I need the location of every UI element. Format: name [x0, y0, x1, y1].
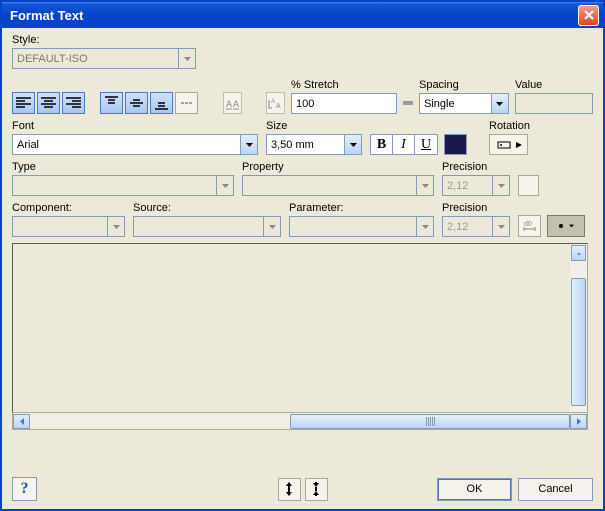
value-input [515, 93, 593, 114]
align-right-icon[interactable] [62, 92, 85, 114]
sep-icon [403, 92, 413, 114]
valign-mid-icon[interactable] [125, 92, 148, 114]
stretch-input[interactable] [291, 93, 397, 114]
align-center-icon[interactable] [37, 92, 60, 114]
dim-icon2[interactable] [547, 215, 585, 237]
value-input-wrap [515, 93, 593, 114]
collapse-button[interactable] [305, 478, 328, 501]
source-input [133, 216, 264, 237]
valign-extra-icon[interactable] [175, 92, 198, 114]
rotation-button[interactable] [489, 134, 528, 155]
source-dropdown-btn[interactable] [264, 216, 281, 237]
parameter-label: Parameter: [289, 202, 436, 214]
precision2-label: Precision [442, 202, 512, 214]
type-label: Type [12, 161, 236, 173]
font-input[interactable] [12, 134, 241, 155]
font-combo[interactable] [12, 134, 260, 155]
property-combo[interactable] [242, 175, 436, 196]
component-input [12, 216, 108, 237]
window-title: Format Text [6, 8, 578, 23]
svg-text:A: A [276, 103, 281, 110]
spacing-label: Spacing [419, 79, 509, 91]
rotation-label: Rotation [489, 120, 530, 132]
font-label: Font [12, 120, 260, 132]
type-input [12, 175, 217, 196]
style-dropdown-btn[interactable] [179, 48, 196, 69]
dim-icon1[interactable]: d0 [518, 215, 541, 237]
param-dropdown-btn[interactable] [417, 216, 434, 237]
value-label: Value [515, 79, 593, 91]
property-dropdown-btn[interactable] [417, 175, 434, 196]
precision2-dropdown-btn[interactable] [493, 216, 510, 237]
precision-sq[interactable] [518, 175, 539, 196]
color-swatch[interactable] [444, 134, 467, 155]
size-input[interactable] [266, 134, 345, 155]
titlebar: Format Text [2, 2, 603, 28]
valign-group [100, 92, 198, 114]
italic-button[interactable]: I [393, 135, 415, 154]
source-label: Source: [133, 202, 283, 214]
type-combo[interactable] [12, 175, 236, 196]
valign-top-icon[interactable] [100, 92, 123, 114]
svg-text:A: A [233, 99, 239, 109]
spacing-dropdown-btn[interactable] [492, 93, 509, 114]
type-dropdown-btn[interactable] [217, 175, 234, 196]
size-combo[interactable] [266, 134, 364, 155]
source-combo[interactable] [133, 216, 283, 237]
precision-dropdown-btn[interactable] [493, 175, 510, 196]
style-input [12, 48, 179, 69]
style-combo[interactable] [12, 48, 198, 69]
help-button[interactable]: ? [12, 477, 37, 501]
property-input [242, 175, 417, 196]
svg-text:d0: d0 [524, 221, 532, 228]
ok-button[interactable]: OK [437, 478, 512, 501]
svg-text:A: A [271, 99, 275, 105]
size-dropdown-btn[interactable] [345, 134, 362, 155]
biu-group: B I U [370, 134, 438, 155]
component-combo[interactable] [12, 216, 127, 237]
comp-dropdown-btn[interactable] [108, 216, 125, 237]
precision2-combo[interactable] [442, 216, 512, 237]
font-dropdown-btn[interactable] [241, 134, 258, 155]
parameter-input [289, 216, 417, 237]
spacing-input[interactable] [419, 93, 492, 114]
precision-input [442, 175, 493, 196]
style-label: Style: [12, 34, 593, 46]
align-group [12, 92, 85, 114]
precision-label: Precision [442, 161, 512, 173]
valign-bot-icon[interactable] [150, 92, 173, 114]
size-label: Size [266, 120, 364, 132]
spacing-combo[interactable] [419, 93, 509, 114]
hscrollbar[interactable] [12, 413, 588, 430]
underline-button[interactable]: U [415, 135, 437, 154]
component-label: Component: [12, 202, 127, 214]
expand-button[interactable] [278, 478, 301, 501]
close-button[interactable] [578, 5, 599, 26]
svg-text:A: A [226, 99, 232, 109]
aa-icon[interactable]: AA [223, 92, 242, 114]
scroll-left-icon[interactable] [13, 414, 30, 429]
stretch-input-wrap [291, 93, 397, 114]
scroll-right-icon[interactable] [570, 414, 587, 429]
stretch-label: % Stretch [291, 79, 397, 91]
preview-pane: A [12, 243, 588, 413]
bold-button[interactable]: B [371, 135, 393, 154]
cancel-button[interactable]: Cancel [518, 478, 593, 501]
property-label: Property [242, 161, 436, 173]
aa2-icon[interactable]: AA [266, 92, 285, 114]
parameter-combo[interactable] [289, 216, 436, 237]
precision2-input [442, 216, 493, 237]
vscrollbar[interactable] [570, 244, 587, 412]
precision-combo[interactable] [442, 175, 512, 196]
align-left-icon[interactable] [12, 92, 35, 114]
